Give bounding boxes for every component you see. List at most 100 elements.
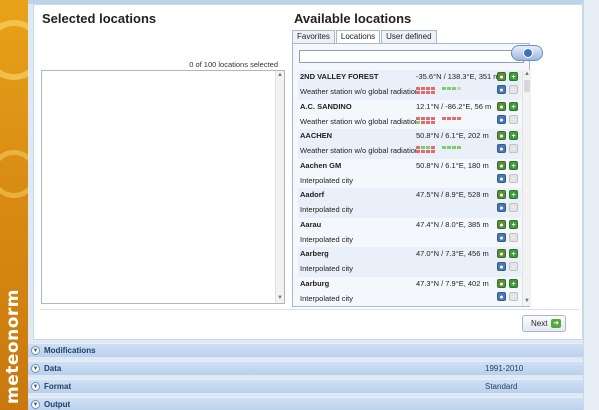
info-button[interactable]: ●: [497, 249, 506, 258]
data-quality-indicator: [416, 87, 466, 96]
map-button[interactable]: [511, 45, 543, 61]
favorite-button[interactable]: ●: [497, 232, 506, 242]
info-button[interactable]: ●: [497, 101, 506, 111]
quality-cell: [452, 87, 456, 90]
remove-button[interactable]: ·: [509, 144, 518, 153]
tab-locations[interactable]: Locations: [335, 30, 381, 44]
info-button[interactable]: ●: [497, 278, 506, 288]
selected-locations-list[interactable]: ▲ ▼: [41, 70, 285, 304]
scroll-up-icon[interactable]: ▲: [523, 70, 531, 79]
scroll-thumb[interactable]: [524, 80, 530, 92]
quality-cell: [431, 116, 435, 120]
quality-cell: [457, 87, 461, 90]
quality-cell: [426, 120, 430, 124]
add-location-button[interactable]: +: [509, 190, 518, 199]
info-button[interactable]: ●: [497, 219, 506, 229]
next-button[interactable]: Next ➜: [522, 315, 566, 332]
section-format[interactable]: ▼ Format Standard: [28, 379, 583, 393]
section-data[interactable]: ▼ Data 1991-2010: [28, 361, 583, 375]
scroll-up-icon[interactable]: ▲: [276, 71, 284, 80]
add-location-button[interactable]: +: [509, 101, 518, 111]
location-row[interactable]: A.C. SANDINO 12.1°N / -86.2°E, 56 m Weathe…: [298, 100, 521, 130]
scroll-down-icon[interactable]: ▼: [523, 297, 531, 306]
remove-button[interactable]: ·: [509, 173, 518, 183]
quality-cell: [457, 146, 461, 149]
add-location-button[interactable]: +: [509, 278, 518, 288]
sun-decoration: [0, 20, 28, 80]
section-title: Format: [44, 382, 72, 391]
quality-cell: [416, 120, 420, 124]
quality-cell: [431, 150, 435, 153]
location-name: Aarberg: [300, 249, 329, 258]
quality-cell: [447, 116, 451, 120]
remove-button[interactable]: ·: [509, 85, 518, 94]
favorite-button[interactable]: ●: [497, 291, 506, 301]
quality-cell: [426, 150, 430, 153]
location-row[interactable]: Aachen GM 50.8°N / 6.1°E, 180 m Interpolat…: [298, 159, 521, 189]
chevron-down-icon[interactable]: ▼: [31, 364, 40, 373]
quality-cell: [416, 150, 420, 153]
data-quality-indicator: [416, 116, 466, 126]
location-row[interactable]: AACHEN 50.8°N / 6.1°E, 202 m Weather stati…: [298, 129, 521, 159]
quality-cell: [431, 87, 435, 90]
quality-cell: [431, 146, 435, 149]
quality-cell: [416, 91, 420, 94]
remove-button[interactable]: ·: [509, 232, 518, 242]
tab-favorites[interactable]: Favorites: [292, 30, 335, 43]
remove-button[interactable]: ·: [509, 262, 518, 271]
location-row[interactable]: Aarburg 47.3°N / 7.9°E, 402 m Interpolated…: [298, 277, 521, 307]
add-location-button[interactable]: +: [509, 131, 518, 140]
available-list-scrollbar[interactable]: ▲ ▼: [522, 70, 531, 306]
globe-icon: [523, 48, 533, 58]
remove-button[interactable]: ·: [509, 291, 518, 301]
quality-cell: [431, 91, 435, 94]
favorite-button[interactable]: ●: [497, 114, 506, 124]
quality-cell: [426, 91, 430, 94]
location-row[interactable]: Aarberg 47.0°N / 7.3°E, 456 m Interpolated…: [298, 247, 521, 277]
favorite-button[interactable]: ●: [497, 173, 506, 183]
info-button[interactable]: ●: [497, 72, 506, 81]
location-coordinates: 47.3°N / 7.9°E, 402 m: [416, 278, 489, 288]
location-type: Weather station w/o global radiation: [300, 116, 416, 126]
quality-cell: [426, 116, 430, 120]
chevron-down-icon[interactable]: ▼: [31, 400, 40, 409]
info-button[interactable]: ●: [497, 190, 506, 199]
location-row[interactable]: 2ND VALLEY FOREST -35.6°N / 138.3°E, 351 …: [298, 70, 521, 100]
data-quality-indicator: [416, 146, 466, 155]
remove-button[interactable]: ·: [509, 203, 518, 212]
location-coordinates: 50.8°N / 6.1°E, 202 m: [416, 131, 489, 140]
location-name: Aarburg: [300, 278, 330, 288]
add-location-button[interactable]: +: [509, 219, 518, 229]
favorite-button[interactable]: ●: [497, 144, 506, 153]
brand-strip: meteonorm: [0, 0, 28, 410]
meteonorm-logo: meteonorm: [3, 289, 23, 404]
section-modifications[interactable]: ▼ Modifications: [28, 343, 583, 357]
location-coordinates: 50.8°N / 6.1°E, 180 m: [416, 160, 489, 170]
section-value: Standard: [485, 382, 518, 391]
quality-cell: [416, 146, 420, 149]
scroll-down-icon[interactable]: ▼: [276, 294, 284, 303]
quality-cell: [442, 146, 446, 149]
chevron-down-icon[interactable]: ▼: [31, 382, 40, 391]
chevron-down-icon[interactable]: ▼: [31, 346, 40, 355]
location-row[interactable]: Aarau 47.4°N / 8.0°E, 385 m Interpolated c…: [298, 218, 521, 248]
search-input[interactable]: 🔍︎: [299, 50, 524, 63]
arrow-right-icon: ➜: [551, 319, 561, 328]
favorite-button[interactable]: ●: [497, 203, 506, 212]
section-output[interactable]: ▼ Output: [28, 397, 583, 410]
location-row[interactable]: Aadorf 47.5°N / 8.9°E, 528 m Interpolated …: [298, 188, 521, 218]
favorite-button[interactable]: ●: [497, 262, 506, 271]
location-type: Interpolated city: [300, 264, 353, 273]
tab-user-defined[interactable]: User defined: [381, 30, 437, 43]
quality-cell: [426, 146, 430, 149]
selected-list-scrollbar[interactable]: ▲ ▼: [275, 71, 284, 303]
info-button[interactable]: ●: [497, 131, 506, 140]
info-button[interactable]: ●: [497, 160, 506, 170]
quality-cell: [416, 116, 420, 120]
favorite-button[interactable]: ●: [497, 85, 506, 94]
remove-button[interactable]: ·: [509, 114, 518, 124]
add-location-button[interactable]: +: [509, 160, 518, 170]
add-location-button[interactable]: +: [509, 72, 518, 81]
add-location-button[interactable]: +: [509, 249, 518, 258]
quality-cell: [421, 116, 425, 120]
